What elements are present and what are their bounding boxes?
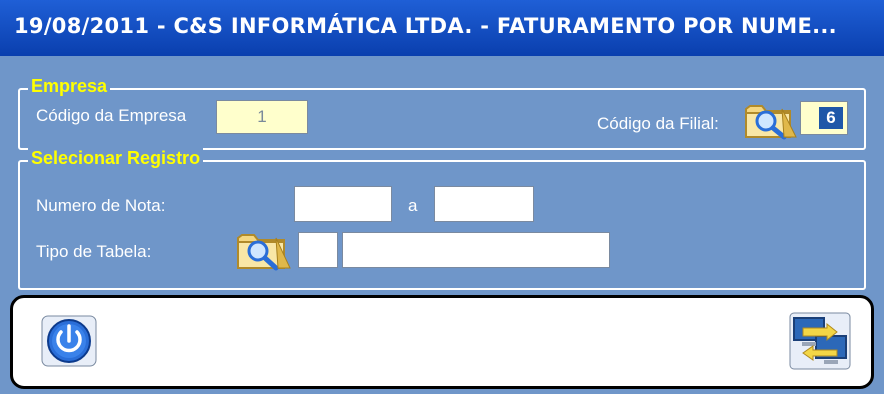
codigo-filial-field[interactable]: 6 [800,101,848,135]
codigo-empresa-label: Código da Empresa [36,106,187,125]
range-separator: a [408,196,418,215]
monitors-transfer-icon [789,312,851,370]
filial-search-button[interactable] [742,97,800,141]
window-title: 19/08/2011 - C&S INFORMÁTICA LTDA. - FAT… [14,14,837,38]
codigo-filial-value: 6 [819,107,843,129]
transfer-button[interactable] [789,312,851,370]
numero-nota-to-field[interactable] [434,186,534,222]
numero-nota-from-field[interactable] [294,186,392,222]
toolbar [10,295,874,389]
tipo-tabela-code-field[interactable] [298,232,338,268]
tabela-search-button[interactable] [234,226,294,272]
codigo-empresa-field[interactable]: 1 [216,100,308,134]
window: 19/08/2011 - C&S INFORMÁTICA LTDA. - FAT… [0,0,884,394]
folder-search-icon [237,234,291,271]
exit-button[interactable] [41,315,97,367]
numero-nota-label: Numero de Nota: [36,196,166,215]
empresa-legend: Empresa [28,76,111,97]
folder-search-icon [745,105,797,140]
power-icon [41,315,97,367]
codigo-filial-label: Código da Filial: [597,114,719,133]
title-bar[interactable]: 19/08/2011 - C&S INFORMÁTICA LTDA. - FAT… [0,0,884,56]
selecionar-registro-group: Selecionar Registro [18,148,866,290]
tipo-tabela-desc-field[interactable] [342,232,610,268]
tipo-tabela-label: Tipo de Tabela: [36,242,152,261]
selecionar-registro-legend: Selecionar Registro [28,148,204,169]
